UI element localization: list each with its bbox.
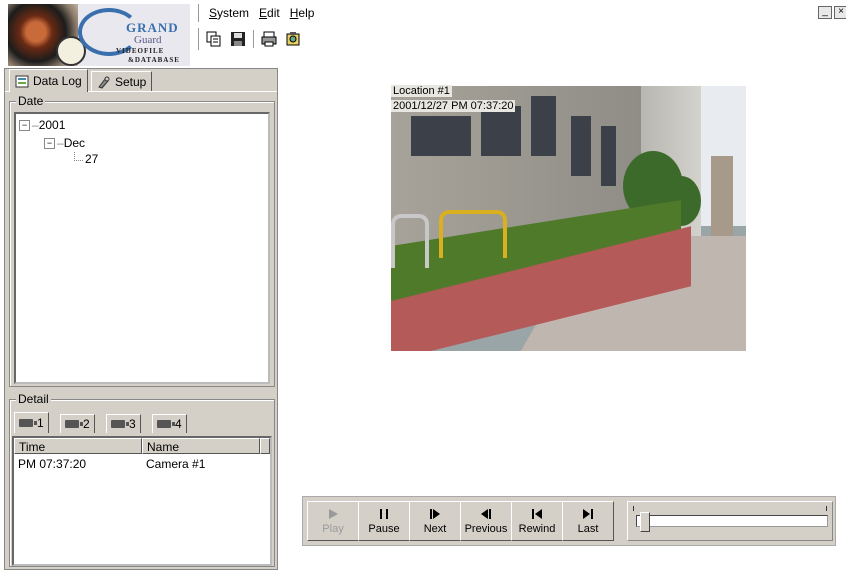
slider-tick (826, 506, 827, 511)
tree-node-month[interactable]: − –Dec (44, 136, 85, 150)
video-railing (439, 210, 507, 258)
logo-text-database: &DATABASE (128, 56, 180, 64)
left-panel: Data Log Setup Date − –2001 − –Dec 27 Deta… (4, 68, 278, 570)
next-button[interactable]: Next (409, 501, 461, 541)
camera-icon (19, 419, 37, 427)
pause-icon (380, 508, 388, 519)
video-frame (391, 86, 746, 351)
tab-setup-label: Setup (115, 75, 147, 89)
play-button[interactable]: Play (307, 501, 359, 541)
date-group: Date − –2001 − –Dec 27 (9, 94, 275, 387)
app-logo: GRAND Guard VIDEOFILE &DATABASE (8, 4, 190, 66)
menu-system[interactable]: System (209, 6, 249, 20)
minimize-button[interactable]: _ (818, 6, 832, 19)
camera-tab-1-label: 1 (37, 416, 44, 430)
position-slider[interactable] (627, 501, 833, 541)
detail-group-title: Detail (16, 392, 51, 406)
camera-tab-3-label: 3 (129, 417, 136, 431)
toolbar (198, 28, 308, 50)
column-header-name[interactable]: Name (142, 438, 260, 454)
pause-button-label: Pause (368, 522, 400, 535)
rewind-icon (532, 508, 542, 519)
logo-text-videofile: VIDEOFILE (116, 47, 165, 55)
tree-node-day[interactable]: 27 (74, 152, 98, 166)
video-window (411, 116, 471, 156)
next-button-label: Next (423, 522, 447, 535)
camera-tab-4-label: 4 (175, 417, 182, 431)
collapse-icon[interactable]: − (19, 120, 30, 132)
camera-icon (157, 420, 175, 428)
video-window (571, 116, 591, 176)
camera-tab-1[interactable]: 1 (14, 412, 49, 433)
log-icon (15, 75, 29, 87)
next-frame-icon (430, 508, 440, 519)
table-row[interactable]: PM 07:37:20 Camera #1 (14, 456, 264, 472)
slider-track[interactable] (636, 515, 828, 527)
slider-tick (633, 506, 634, 511)
rewind-button[interactable]: Rewind (511, 501, 563, 541)
pause-button[interactable]: Pause (358, 501, 410, 541)
tree-node-day-label: 27 (85, 152, 99, 166)
toolbar-separator (253, 30, 254, 48)
previous-button-label: Previous (464, 522, 508, 535)
column-header-filler (260, 438, 270, 454)
tab-data-log-label: Data Log (33, 74, 82, 88)
tab-setup[interactable]: Setup (91, 71, 153, 92)
previous-frame-icon (481, 508, 491, 519)
collapse-icon[interactable]: − (44, 138, 55, 150)
window-controls: _ × (816, 6, 846, 19)
video-location-label: Location #1 (391, 85, 452, 97)
slider-thumb[interactable] (639, 512, 650, 532)
row-time: PM 07:37:20 (18, 457, 87, 471)
camera-tab-4[interactable]: 4 (152, 414, 187, 433)
last-button[interactable]: Last (562, 501, 614, 541)
setup-icon (98, 76, 110, 89)
camera-icon (65, 420, 83, 428)
play-button-label: Play (322, 522, 344, 535)
previous-button[interactable]: Previous (460, 501, 512, 541)
tab-data-log[interactable]: Data Log (9, 69, 88, 92)
tree-node-year[interactable]: − –2001 (19, 118, 65, 132)
last-icon (583, 508, 593, 519)
detail-list: Time Name PM 07:37:20 Camera #1 (12, 436, 272, 566)
video-window (601, 126, 616, 186)
settings-icon[interactable] (284, 30, 302, 48)
date-tree: − –2001 − –Dec 27 (14, 112, 270, 384)
column-header-time[interactable]: Time (14, 438, 142, 454)
camera-tab-2[interactable]: 2 (60, 414, 95, 433)
copy-icon[interactable] (205, 30, 223, 48)
menu-edit[interactable]: Edit (259, 6, 280, 20)
row-name: Camera #1 (146, 457, 206, 471)
tree-connector (74, 152, 83, 161)
save-icon[interactable] (229, 30, 247, 48)
playback-bar: Play Pause Next Previous Rewind Last (302, 496, 836, 546)
camera-tab-2-label: 2 (83, 417, 90, 431)
logo-text-guard: Guard (134, 34, 162, 46)
menu-bar: System Edit Help (198, 4, 318, 22)
menu-help[interactable]: Help (290, 6, 315, 20)
play-icon (329, 508, 338, 519)
camera-icon (111, 420, 129, 428)
close-button[interactable]: × (834, 6, 846, 19)
last-button-label: Last (577, 522, 599, 535)
print-icon[interactable] (260, 30, 278, 48)
camera-tab-3[interactable]: 3 (106, 414, 141, 433)
video-window (531, 96, 556, 156)
rewind-button-label: Rewind (518, 522, 556, 535)
video-window (481, 106, 521, 156)
tree-node-month-label: Dec (63, 136, 86, 150)
detail-group: Detail 1 2 3 4 Time Name PM 07:37:20 Cam… (9, 392, 275, 567)
video-tower (711, 156, 733, 236)
video-railing (391, 214, 429, 268)
date-group-title: Date (16, 94, 46, 108)
tree-node-year-label: 2001 (38, 118, 66, 132)
video-timestamp: 2001/12/27 PM 07:37:20 (391, 100, 516, 112)
